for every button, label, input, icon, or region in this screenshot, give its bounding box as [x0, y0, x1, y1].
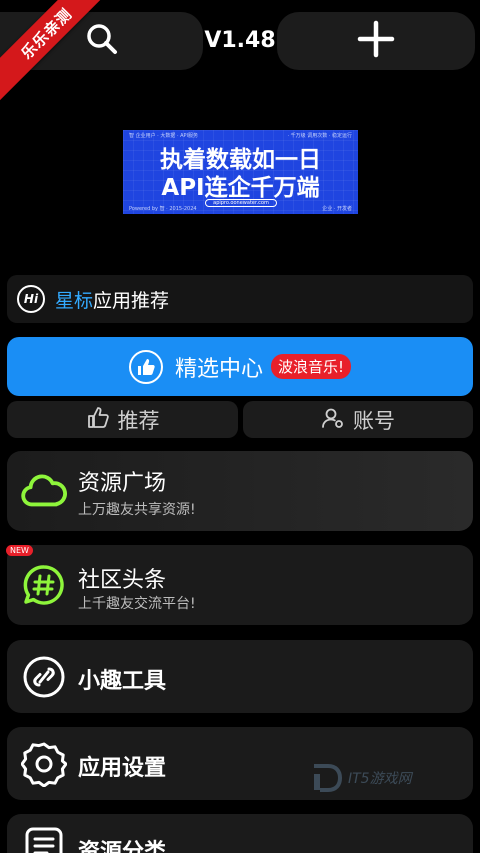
card-categories[interactable]: 资源分类	[7, 814, 473, 853]
banner-small-bottom-left: Powered by 智 · 2015-2024	[129, 206, 197, 212]
card-subtitle: 上千趣友交流平台!	[78, 596, 196, 612]
card-resource-plaza[interactable]: 资源广场 上万趣友共享资源!	[7, 451, 473, 531]
card-tools[interactable]: 小趣工具	[7, 640, 473, 713]
card-title: 应用设置	[78, 756, 167, 781]
tab-recommend[interactable]: 推荐	[7, 401, 238, 438]
watermark-text: IT5游戏网	[348, 771, 412, 787]
recommend-highlight: 星标	[55, 289, 94, 312]
tab-account-label: 账号	[353, 408, 395, 433]
tab-recommend-label: 推荐	[117, 408, 160, 433]
card-community-news[interactable]: 社区头条 上千趣友交流平台!	[7, 545, 473, 625]
hashtag-chat-icon	[21, 562, 67, 608]
gear-icon	[21, 741, 67, 787]
banner-small-bottom-right: 企业 · 开发者	[322, 206, 352, 212]
watermark-logo-icon	[314, 764, 342, 792]
select-center-button[interactable]: 精选中心 波浪音乐!	[7, 337, 473, 396]
card-subtitle: 上万趣友共享资源!	[78, 502, 196, 518]
link-circle-icon	[21, 654, 67, 700]
banner-small-top-right: · 千万级 调用次数 · 稳定运行	[287, 133, 352, 139]
banner-line2: API连企千万端	[161, 175, 320, 201]
add-button[interactable]	[277, 12, 475, 70]
list-icon	[21, 823, 67, 853]
tab-account[interactable]: 账号	[243, 401, 473, 438]
thumbs-up-icon	[128, 349, 163, 384]
card-title: 资源广场	[78, 471, 167, 496]
card-title: 资源分类	[78, 840, 167, 853]
banner-url: apipro.oonewater.com	[205, 199, 277, 207]
plus-icon	[357, 20, 395, 62]
version-label: V1.48	[204, 28, 276, 53]
watermark: IT5游戏网	[312, 764, 412, 792]
select-center-label: 精选中心	[174, 356, 263, 382]
new-badge: NEW	[6, 545, 33, 556]
card-title: 社区头条	[78, 568, 167, 593]
recommend-text: 星标应用推荐	[55, 286, 169, 313]
thumbs-up-outline-icon	[86, 406, 110, 434]
select-center-badge: 波浪音乐!	[271, 354, 352, 379]
card-title: 小趣工具	[78, 669, 167, 694]
user-gear-icon	[321, 406, 345, 434]
recommend-label: 应用推荐	[93, 289, 170, 312]
hi-chat-icon: Hi	[17, 285, 45, 313]
search-icon	[85, 22, 119, 60]
cloud-icon	[21, 468, 67, 514]
ad-banner[interactable]: 智 企业用户 · 大数据 · API服务 · 千万级 调用次数 · 稳定运行 执…	[123, 130, 358, 214]
recommend-bar[interactable]: Hi 星标应用推荐	[7, 275, 473, 323]
banner-small-top-left: 智 企业用户 · 大数据 · API服务	[129, 133, 199, 139]
